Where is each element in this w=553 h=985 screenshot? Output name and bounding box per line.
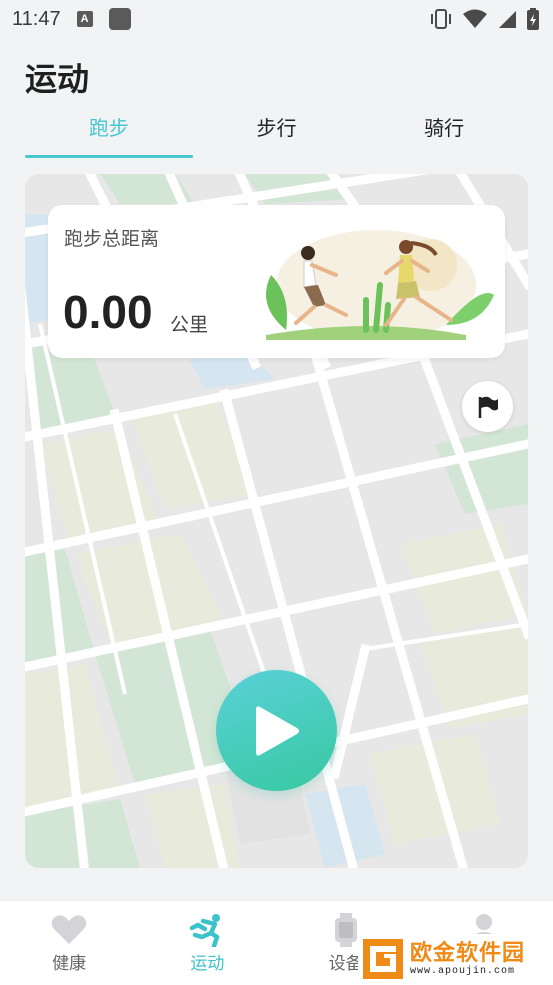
flag-icon [478,396,498,418]
distance-card: 跑步总距离 0.00 公里 [48,205,505,358]
distance-label: 跑步总距离 [64,228,160,250]
status-time: 11:47 [12,7,61,30]
page-title: 运动 [25,60,90,98]
notification-square-icon [108,8,131,30]
nav-item-health[interactable]: 健康 [0,901,138,985]
flag-button[interactable] [462,381,513,432]
distance-unit: 公里 [170,314,209,336]
watermark-title: 欧金软件园 [410,940,526,966]
distance-value: 0.00 [63,286,153,338]
wifi-icon [463,9,487,28]
watermark-logo-icon [363,939,403,979]
watermark: 欧金软件园 www.apoujin.com [358,934,553,984]
watermark-url: www.apoujin.com [410,965,516,977]
vibrate-icon [431,9,451,29]
running-person-icon [189,913,225,947]
nav-label-health: 健康 [52,954,87,974]
notification-a-icon: A [76,11,93,27]
heart-icon [51,913,87,947]
signal-icon [499,11,516,28]
nav-label-sport: 运动 [190,954,225,974]
runners-illustration [266,230,494,340]
battery-icon [527,8,539,30]
start-run-button[interactable] [216,670,337,791]
watch-icon [334,913,358,947]
play-icon [255,705,299,756]
status-bar: 11:47 A [0,0,553,38]
tab-walking[interactable]: 步行 [193,108,361,160]
nav-item-sport[interactable]: 运动 [138,901,276,985]
tab-cycling[interactable]: 骑行 [360,108,528,160]
tab-running[interactable]: 跑步 [25,108,193,160]
sport-type-tabs: 跑步 步行 骑行 [25,108,528,160]
